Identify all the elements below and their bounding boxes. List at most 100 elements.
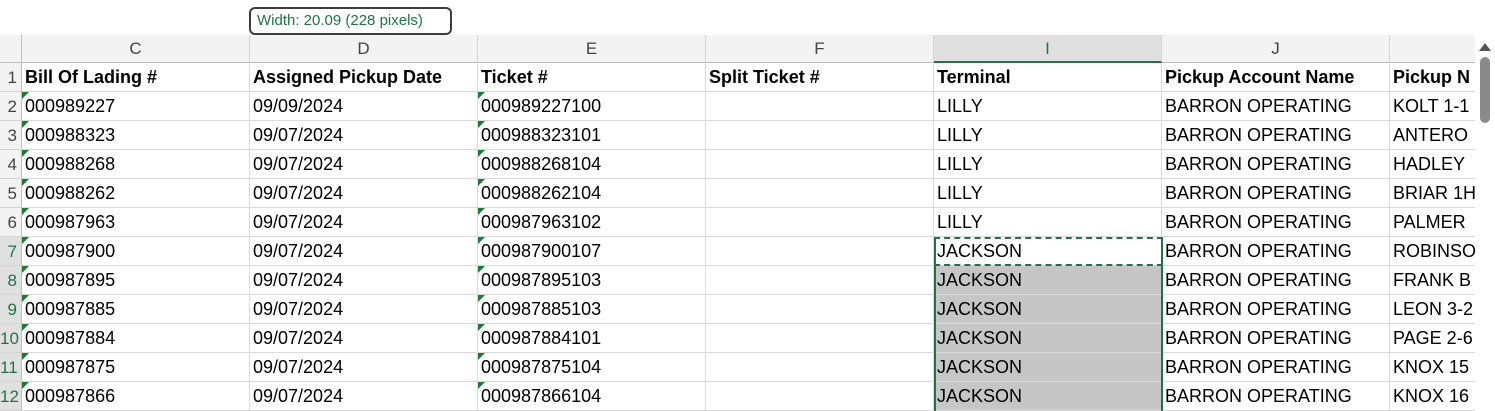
table-cell[interactable]: LILLY [934, 208, 1162, 237]
table-cell[interactable]: 000987875104 [478, 353, 706, 382]
table-cell[interactable]: 000988323101 [478, 121, 706, 150]
table-cell[interactable]: 09/07/2024 [250, 266, 478, 295]
table-cell[interactable]: BARRON OPERATING [1162, 179, 1390, 208]
table-cell[interactable]: 09/07/2024 [250, 150, 478, 179]
table-cell[interactable]: BARRON OPERATING [1162, 150, 1390, 179]
header-cell[interactable]: Assigned Pickup Date [250, 63, 478, 92]
table-cell[interactable]: 000988262104 [478, 179, 706, 208]
error-indicator-icon [478, 92, 485, 99]
cell-value: 000987895 [25, 270, 116, 290]
column-header-I[interactable]: I [934, 35, 1162, 63]
table-cell[interactable]: 000987866 [22, 382, 250, 411]
row-header-11[interactable]: 11 [0, 353, 22, 382]
table-cell[interactable]: LILLY [934, 121, 1162, 150]
row-header-8[interactable]: 8 [0, 266, 22, 295]
error-indicator-icon [22, 266, 29, 273]
table-cell[interactable]: 000988262 [22, 179, 250, 208]
error-indicator-icon [478, 382, 485, 389]
table-cell[interactable]: BARRON OPERATING [1162, 295, 1390, 324]
chevron-up-icon[interactable] [1479, 43, 1491, 51]
header-cell[interactable]: Bill Of Lading # [22, 63, 250, 92]
table-cell[interactable]: 09/09/2024 [250, 92, 478, 121]
table-cell[interactable]: BARRON OPERATING [1162, 266, 1390, 295]
table-cell[interactable]: 000987875 [22, 353, 250, 382]
column-header-F[interactable]: F [706, 35, 934, 63]
row-header-4[interactable]: 4 [0, 150, 22, 179]
table-cell[interactable]: 09/07/2024 [250, 324, 478, 353]
table-cell[interactable]: 000987963102 [478, 208, 706, 237]
table-cell[interactable] [706, 150, 934, 179]
table-cell[interactable]: LILLY [934, 92, 1162, 121]
error-indicator-icon [22, 179, 29, 186]
row-header-6[interactable]: 6 [0, 208, 22, 237]
table-cell[interactable]: BARRON OPERATING [1162, 121, 1390, 150]
table-cell[interactable]: LILLY [934, 179, 1162, 208]
table-cell[interactable]: 000989227100 [478, 92, 706, 121]
row-header-2[interactable]: 2 [0, 92, 22, 121]
table-cell[interactable]: 000987866104 [478, 382, 706, 411]
table-cell[interactable] [706, 121, 934, 150]
table-cell[interactable]: 09/07/2024 [250, 295, 478, 324]
table-cell[interactable]: BARRON OPERATING [1162, 92, 1390, 121]
table-cell[interactable]: 09/07/2024 [250, 208, 478, 237]
table-cell[interactable]: 000989227 [22, 92, 250, 121]
table-cell[interactable]: 000987895103 [478, 266, 706, 295]
cell-value: 000987895103 [481, 270, 602, 290]
vertical-scrollbar[interactable] [1475, 35, 1495, 411]
table-cell[interactable]: 09/07/2024 [250, 382, 478, 411]
table-cell[interactable]: 000987884101 [478, 324, 706, 353]
table-cell[interactable] [706, 324, 934, 353]
row-header-9[interactable]: 9 [0, 295, 22, 324]
table-cell[interactable]: 000987900107 [478, 237, 706, 266]
table-cell[interactable]: 000987885103 [478, 295, 706, 324]
row-header-10[interactable]: 10 [0, 324, 22, 353]
row-header-5[interactable]: 5 [0, 179, 22, 208]
table-cell[interactable]: BARRON OPERATING [1162, 353, 1390, 382]
header-cell[interactable]: Split Ticket # [706, 63, 934, 92]
row-header-7[interactable]: 7 [0, 237, 22, 266]
table-cell[interactable]: 000987884 [22, 324, 250, 353]
table-cell[interactable]: 000987885 [22, 295, 250, 324]
cell-value: 000987963 [25, 212, 116, 232]
table-cell[interactable] [706, 92, 934, 121]
row-header-1[interactable]: 1 [0, 63, 22, 92]
table-cell[interactable]: 000988268104 [478, 150, 706, 179]
column-header-E[interactable]: E [478, 35, 706, 63]
table-cell[interactable]: 09/07/2024 [250, 237, 478, 266]
table-cell[interactable] [706, 266, 934, 295]
table-cell[interactable]: 000988323 [22, 121, 250, 150]
cell-value: 000988268 [25, 154, 116, 174]
table-cell[interactable] [706, 295, 934, 324]
table-cell[interactable] [706, 208, 934, 237]
table-cell[interactable]: 000988268 [22, 150, 250, 179]
error-indicator-icon [478, 266, 485, 273]
table-cell[interactable] [706, 237, 934, 266]
column-header-C[interactable]: C [22, 35, 250, 63]
table-cell[interactable]: 000987963 [22, 208, 250, 237]
table-cell[interactable]: BARRON OPERATING [1162, 237, 1390, 266]
header-cell[interactable]: Terminal [934, 63, 1162, 92]
table-cell[interactable]: 09/07/2024 [250, 179, 478, 208]
column-header-D[interactable]: D [250, 35, 478, 63]
table-cell[interactable]: 000987895 [22, 266, 250, 295]
row-header-12[interactable]: 12 [0, 382, 22, 411]
row-header-3[interactable]: 3 [0, 121, 22, 150]
error-indicator-icon [22, 237, 29, 244]
table-cell[interactable] [706, 353, 934, 382]
column-header-J[interactable]: J [1162, 35, 1390, 63]
header-cell[interactable]: Pickup Account Name [1162, 63, 1390, 92]
table-cell[interactable]: BARRON OPERATING [1162, 382, 1390, 411]
table-cell[interactable]: BARRON OPERATING [1162, 324, 1390, 353]
table-cell[interactable] [706, 179, 934, 208]
table-cell[interactable]: 09/07/2024 [250, 121, 478, 150]
select-all-corner[interactable] [0, 35, 22, 63]
table-cell[interactable]: 000987900 [22, 237, 250, 266]
scrollbar-thumb[interactable] [1480, 57, 1490, 123]
table-cell[interactable]: LILLY [934, 150, 1162, 179]
table-cell[interactable]: BARRON OPERATING [1162, 208, 1390, 237]
error-indicator-icon [478, 208, 485, 215]
table-cell[interactable] [706, 382, 934, 411]
table-cell[interactable]: 09/07/2024 [250, 353, 478, 382]
header-cell[interactable]: Ticket # [478, 63, 706, 92]
error-indicator-icon [22, 92, 29, 99]
